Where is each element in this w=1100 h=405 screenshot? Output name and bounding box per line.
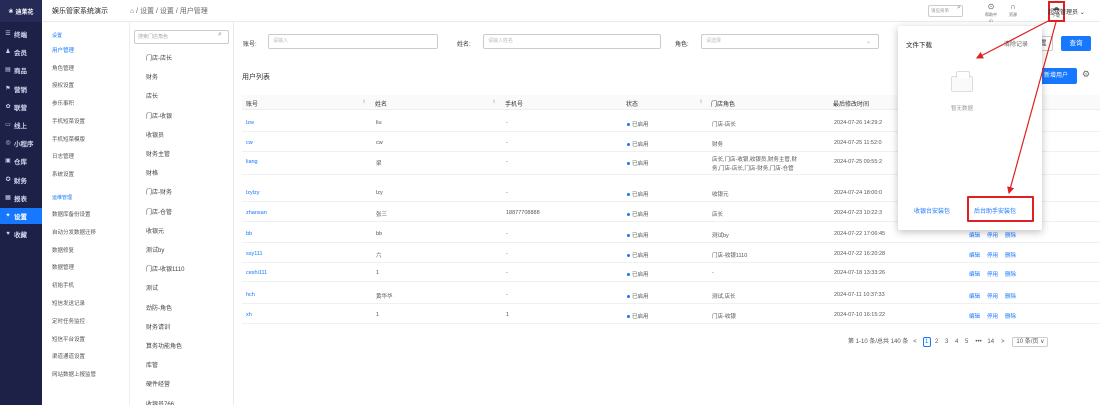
arrow-to-backend-package bbox=[1007, 21, 1057, 195]
annotation-arrows bbox=[975, 19, 1057, 195]
arrow-to-panel bbox=[975, 19, 1051, 59]
